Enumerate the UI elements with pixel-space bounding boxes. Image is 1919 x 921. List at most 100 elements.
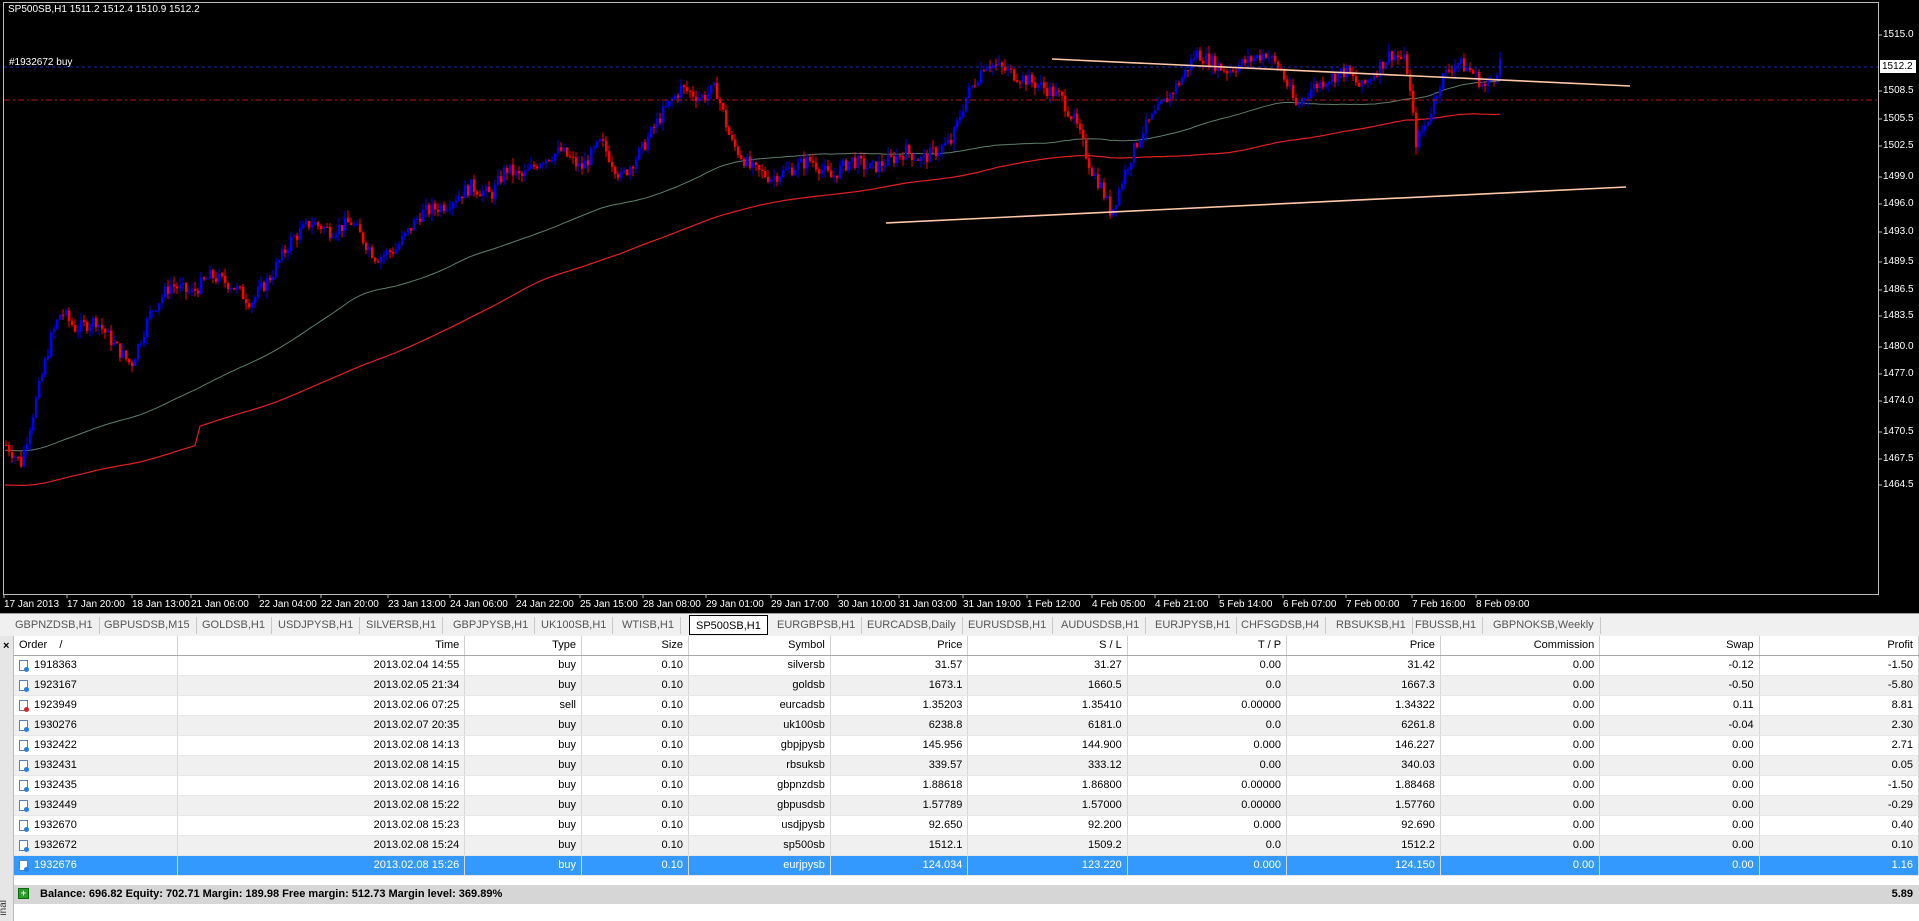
cell-cur-price: 6261.8: [1286, 715, 1441, 736]
time-axis-label: 22 Jan 04:00: [259, 599, 317, 610]
cell-sl: 1.86800: [967, 775, 1128, 796]
cell-type: buy: [464, 815, 582, 836]
table-row[interactable]: 1930276 2013.02.07 20:35 buy 0.10 uk100sb 623…: [14, 715, 1919, 736]
order-number: 1932435: [34, 779, 77, 791]
time-axis-label: 18 Jan 13:00: [132, 599, 190, 610]
cell-size: 0.10: [581, 855, 689, 876]
chart-tab[interactable]: EURUSDSB,H1: [962, 617, 1054, 634]
time-axis-label: 25 Jan 15:00: [580, 599, 638, 610]
cell-sl: 31.27: [967, 655, 1128, 676]
time-axis-label: 24 Jan 06:00: [450, 599, 508, 610]
close-icon[interactable]: ×: [3, 640, 9, 652]
table-row[interactable]: 1932435 2013.02.08 14:16 buy 0.10 gbpnzdsb 1.…: [14, 775, 1919, 796]
column-header-swap[interactable]: Swap: [1599, 636, 1760, 656]
table-row[interactable]: 1932449 2013.02.08 15:22 buy 0.10 gbpusdsb 1.…: [14, 795, 1919, 816]
cell-price: 1512.1: [830, 835, 969, 856]
cell-type: buy: [464, 795, 582, 816]
column-header-time[interactable]: Time: [177, 636, 466, 656]
table-row[interactable]: 1923167 2013.02.05 21:34 buy 0.10 goldsb 1673…: [14, 675, 1919, 696]
cell-sl: 6181.0: [967, 715, 1128, 736]
cell-cur-price: 1.57760: [1286, 795, 1441, 816]
chart-tab[interactable]: UK100SB,H1: [535, 617, 614, 634]
table-row[interactable]: 1932676 2013.02.08 15:26 buy 0.10 eurjpysb 12…: [14, 855, 1919, 876]
chart-tab[interactable]: FBUSSB,H1: [1409, 617, 1484, 634]
chart-tab[interactable]: EURJPYSB,H1: [1149, 617, 1238, 634]
chart-tab[interactable]: SILVERSB,H1: [360, 617, 444, 634]
cell-tp: 0.000: [1127, 855, 1288, 876]
column-header-size[interactable]: Size: [581, 636, 689, 656]
cell-order: 1932449: [14, 795, 179, 816]
order-number: 1930276: [34, 719, 77, 731]
chart-tab[interactable]: EURCADSB,Daily: [861, 617, 963, 634]
cell-tp: 0.0: [1127, 835, 1288, 856]
cell-sl: 92.200: [967, 815, 1128, 836]
column-header-commission[interactable]: Commission: [1440, 636, 1601, 656]
chart-window[interactable]: SP500SB,H1 1511.2 1512.4 1510.9 1512.2 #…: [0, 0, 1919, 613]
buy-order-icon: [19, 719, 29, 732]
terminal-panel: × inal Order / Time Type Size Symbol Pri…: [0, 636, 1919, 921]
cell-commission: 0.00: [1440, 775, 1601, 796]
cell-time: 2013.02.08 14:13: [177, 735, 466, 756]
buy-order-icon: [19, 679, 29, 692]
cell-symbol: rbsuksb: [688, 755, 831, 776]
cell-sl: 1.35410: [967, 695, 1128, 716]
table-row[interactable]: 1923949 2013.02.06 07:25 sell 0.10 eurcadsb 1…: [14, 695, 1919, 716]
table-row[interactable]: 1932670 2013.02.08 15:23 buy 0.10 usdjpysb 92…: [14, 815, 1919, 836]
chart-tab[interactable]: EURGBPSB,H1: [771, 617, 863, 634]
cell-order: 1930276: [14, 715, 179, 736]
table-row[interactable]: 1932672 2013.02.08 15:24 buy 0.10 sp500sb 151…: [14, 835, 1919, 856]
cell-symbol: silversb: [688, 655, 831, 676]
chart-tab[interactable]: GOLDSB,H1: [196, 617, 272, 634]
column-header-order[interactable]: Order /: [14, 636, 179, 656]
price-axis-label: 1499.0: [1883, 171, 1914, 182]
chart-symbol-header: SP500SB,H1 1511.2 1512.4 1510.9 1512.2: [8, 4, 200, 15]
chart-tab[interactable]: GBPUSDSB,M15: [98, 617, 197, 634]
cell-type: buy: [464, 735, 582, 756]
cell-swap: 0.00: [1599, 735, 1760, 756]
chart-tab[interactable]: WTISB,H1: [616, 617, 681, 634]
cell-commission: 0.00: [1440, 815, 1601, 836]
cell-swap: 0.00: [1599, 855, 1760, 876]
column-header-tp[interactable]: T / P: [1127, 636, 1288, 656]
balance-icon: +: [18, 888, 29, 899]
chart-tab[interactable]: GBPNOKSB,Weekly: [1487, 617, 1601, 634]
column-header-profit[interactable]: Profit: [1759, 636, 1919, 656]
table-row[interactable]: 1932431 2013.02.08 14:15 buy 0.10 rbsuksb 339…: [14, 755, 1919, 776]
balance-summary-row[interactable]: + Balance: 696.82 Equity: 702.71 Margin:…: [14, 885, 1919, 904]
column-header-symbol[interactable]: Symbol: [688, 636, 831, 656]
time-axis-label: 29 Jan 01:00: [706, 599, 764, 610]
balance-text: Balance: 696.82 Equity: 702.71 Margin: 1…: [40, 888, 503, 900]
order-number: 1932449: [34, 799, 77, 811]
price-axis-label: 1502.5: [1883, 140, 1914, 151]
chart-tab[interactable]: GBPJPYSB,H1: [447, 617, 536, 634]
column-header-type[interactable]: Type: [464, 636, 582, 656]
time-axis-label: 17 Jan 20:00: [67, 599, 125, 610]
chart-tab[interactable]: CHFSGDSB,H4: [1235, 617, 1327, 634]
cell-time: 2013.02.08 15:23: [177, 815, 466, 836]
price-axis-label: 1493.0: [1883, 226, 1914, 237]
cell-commission: 0.00: [1440, 835, 1601, 856]
order-number: 1923167: [34, 679, 77, 691]
chart-tab[interactable]: SP500SB,H1: [689, 615, 768, 635]
chart-tab[interactable]: GBPNZDSB,H1: [9, 617, 100, 634]
cell-commission: 0.00: [1440, 735, 1601, 756]
cell-type: buy: [464, 835, 582, 856]
column-header-current-price[interactable]: Price: [1286, 636, 1441, 656]
cell-cur-price: 124.150: [1286, 855, 1441, 876]
cell-cur-price: 1.88468: [1286, 775, 1441, 796]
trade-table-wrapper: Order / Time Type Size Symbol Price S / …: [14, 636, 1919, 876]
chart-tab[interactable]: USDJPYSB,H1: [272, 617, 361, 634]
chart-tab[interactable]: AUDUSDSB,H1: [1055, 617, 1147, 634]
column-header-price[interactable]: Price: [830, 636, 969, 656]
table-row[interactable]: 1932422 2013.02.08 14:13 buy 0.10 gbpjpysb 14…: [14, 735, 1919, 756]
cell-type: buy: [464, 755, 582, 776]
cell-tp: 0.00000: [1127, 695, 1288, 716]
price-axis-label: 1508.5: [1883, 85, 1914, 96]
chart-tab[interactable]: RBSUKSB,H1: [1330, 617, 1413, 634]
cell-tp: 0.0: [1127, 715, 1288, 736]
table-row[interactable]: 1918363 2013.02.04 14:55 buy 0.10 silversb 31…: [14, 655, 1919, 676]
order-number: 1932672: [34, 839, 77, 851]
price-axis-label: 1515.0: [1883, 29, 1914, 40]
column-header-sl[interactable]: S / L: [967, 636, 1128, 656]
cell-symbol: eurjpysb: [688, 855, 831, 876]
